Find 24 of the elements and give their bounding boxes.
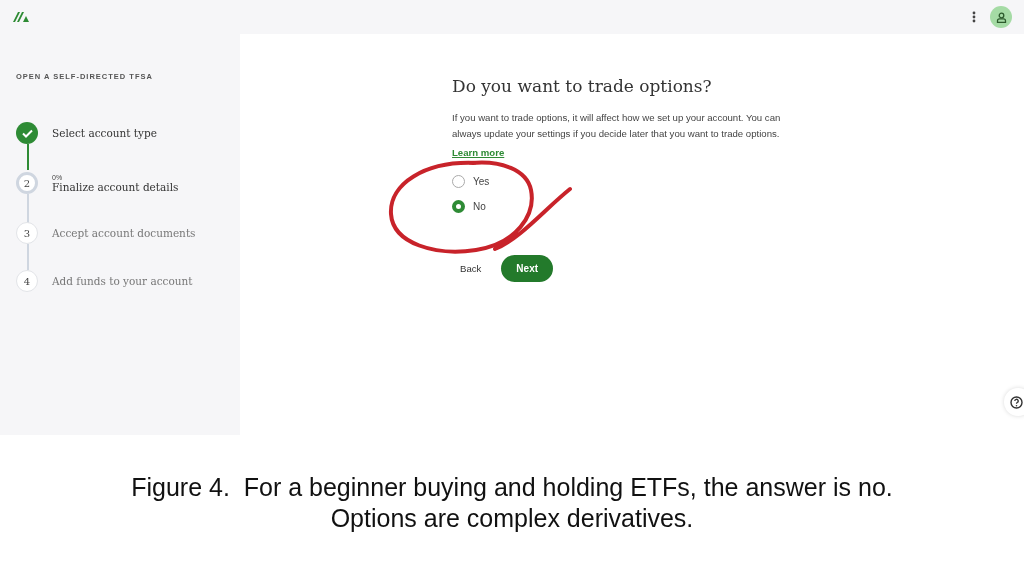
next-button[interactable]: Next bbox=[501, 255, 554, 282]
option-label: No bbox=[473, 201, 486, 212]
step-label[interactable]: Add funds to your account bbox=[52, 275, 193, 287]
step-number: 3 bbox=[16, 222, 38, 244]
back-button[interactable]: Back bbox=[456, 257, 486, 280]
caption-line: Figure 4. For a beginner buying and holding ETFs, the answer is no. bbox=[131, 472, 893, 503]
radio-option[interactable]: Yes bbox=[452, 175, 490, 188]
question-title: Do you want to trade options? bbox=[452, 76, 713, 96]
logo-icon[interactable] bbox=[12, 11, 30, 23]
step-label[interactable]: Accept account documents bbox=[52, 227, 196, 239]
step-label[interactable]: Select account type bbox=[52, 127, 157, 139]
learn-more-link[interactable]: Learn more bbox=[452, 147, 505, 158]
profile-avatar[interactable] bbox=[990, 6, 1012, 28]
option-label: Yes bbox=[473, 176, 490, 187]
question-description: If you want to trade options, it will affect how we set up your account. You can always update your settings if you decide later that you want to trade options. bbox=[452, 111, 782, 141]
help-icon[interactable] bbox=[1004, 388, 1024, 416]
step-label[interactable]: Finalize account details bbox=[52, 180, 179, 193]
radio-button[interactable] bbox=[452, 200, 465, 213]
step-number: 4 bbox=[16, 270, 38, 292]
radio-option[interactable]: No bbox=[452, 200, 486, 213]
more-menu-icon[interactable] bbox=[972, 11, 976, 23]
radio-button[interactable] bbox=[452, 175, 465, 188]
step-number: 2 bbox=[16, 172, 38, 194]
caption-line: Options are complex derivatives. bbox=[330, 503, 694, 534]
